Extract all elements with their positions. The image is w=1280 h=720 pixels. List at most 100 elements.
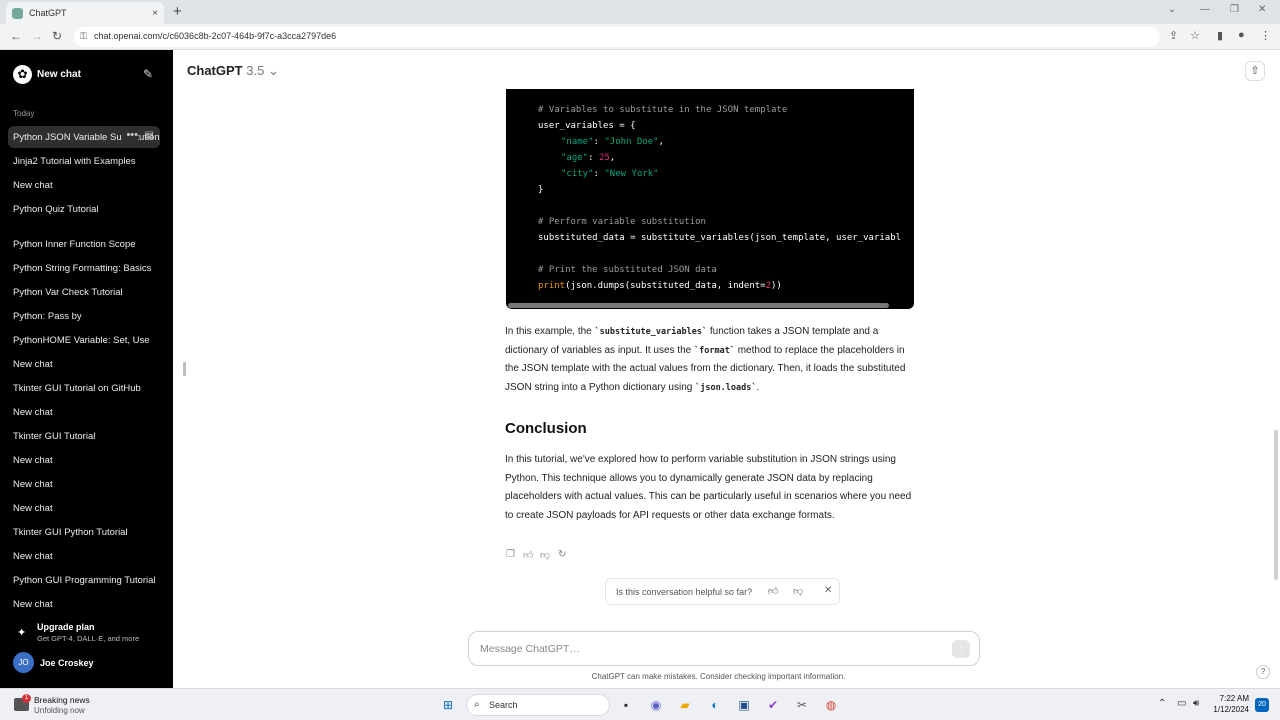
sidebar-chat-label: Python GUI Programming Tutorial <box>13 575 156 586</box>
window-close-icon[interactable]: ✕ <box>1258 4 1266 15</box>
page-scrollbar[interactable] <box>1274 430 1278 580</box>
thumbs-down-icon[interactable]: 👎︎ <box>540 549 550 561</box>
copy-icon[interactable]: ❐ <box>506 549 515 560</box>
help-icon[interactable]: ? <box>1256 665 1270 679</box>
sidebar-chat-label: New chat <box>13 359 53 370</box>
url-text: chat.openai.com/c/c6036c8b-2c07-464b-9f7… <box>94 31 337 41</box>
feedback-question: Is this conversation helpful so far? <box>616 587 753 597</box>
restore-icon[interactable]: ❐ <box>1230 4 1239 15</box>
send-button[interactable]: ↑ <box>952 640 970 658</box>
code-line: } <box>538 185 544 195</box>
sidebar-chat-item[interactable]: PythonHOME Variable: Set, Use <box>8 329 160 351</box>
more-options-icon[interactable]: ••• <box>122 129 138 141</box>
sidebar-chat-item[interactable]: New chat <box>8 545 160 567</box>
profile-icon[interactable]: ● <box>1238 29 1245 41</box>
taskbar: 1 Breaking news Unfolding now ⊞ ⌕ Search… <box>0 688 1280 720</box>
sidebar-chat-item[interactable]: Tkinter GUI Tutorial <box>8 425 160 447</box>
side-panel-icon[interactable]: ▮ <box>1217 29 1223 42</box>
code-line: print(json.dumps(substituted_data, inden… <box>538 281 782 291</box>
regenerate-icon[interactable]: ↻ <box>558 549 566 560</box>
edge-browser-icon[interactable]: ◐ <box>706 696 724 714</box>
file-explorer-icon[interactable]: ▰ <box>676 696 694 714</box>
thumbs-up-icon[interactable]: 👍︎ <box>523 549 533 561</box>
sidebar: ✿ New chat ✎ Today Python JSON Variable … <box>0 50 173 688</box>
vscode-icon[interactable]: ✔ <box>764 696 782 714</box>
task-view-icon[interactable]: ▪ <box>617 696 635 714</box>
share-icon[interactable]: ⇧ <box>1245 61 1265 81</box>
windows-start-icon[interactable]: ⊞ <box>439 696 457 714</box>
sidebar-chat-item[interactable]: Python String Formatting: Basics <box>8 257 160 279</box>
volume-icon[interactable]: 🔊︎ <box>1193 698 1199 709</box>
thumbs-down-icon[interactable]: 👎︎ <box>793 585 803 597</box>
taskbar-search[interactable]: ⌕ Search <box>466 694 610 716</box>
avatar[interactable]: JO <box>13 652 34 673</box>
sidebar-chat-item[interactable]: Python JSON Variable Substitution ••• ▤ <box>8 126 160 148</box>
section-heading: Conclusion <box>505 420 587 437</box>
sidebar-chat-label: Tkinter GUI Tutorial on GitHub <box>13 383 141 394</box>
model-name: ChatGPT <box>187 63 243 78</box>
back-icon[interactable]: ← <box>10 29 22 43</box>
tab-search-icon[interactable]: ⌄ <box>1168 4 1176 15</box>
search-icon: ⌕ <box>474 699 480 710</box>
browser-tab[interactable]: ChatGPT × <box>6 2 164 24</box>
sidebar-chat-label: New chat <box>13 479 53 490</box>
sidebar-chat-item[interactable]: Python Quiz Tutorial <box>8 198 160 220</box>
compose-icon[interactable]: ✎ <box>143 67 153 81</box>
upgrade-plan-subtitle: Get GPT-4, DALL·E, and more <box>37 634 140 643</box>
sidebar-chat-item[interactable]: Tkinter GUI Python Tutorial <box>8 521 160 543</box>
show-hidden-icons-icon[interactable]: ⌃ <box>1158 698 1166 709</box>
new-tab-button[interactable]: + <box>173 3 182 20</box>
network-icon[interactable]: ▭ <box>1177 698 1186 709</box>
bookmark-star-icon[interactable]: ☆ <box>1190 29 1200 42</box>
store-icon[interactable]: ▣ <box>735 696 753 714</box>
thumbs-up-icon[interactable]: 👍︎ <box>768 585 778 597</box>
upgrade-plan-button[interactable]: Upgrade plan <box>37 622 95 632</box>
site-info-icon[interactable]: ⚿ <box>80 31 87 42</box>
sidebar-chat-item[interactable]: Jinja2 Tutorial with Examples <box>8 150 160 172</box>
chrome-browser-icon[interactable]: ◍ <box>822 696 840 714</box>
reload-icon[interactable]: ↻ <box>52 29 62 43</box>
share-page-icon[interactable]: ⇪ <box>1169 29 1178 42</box>
code-line: # Variables to substitute in the JSON te… <box>538 105 788 115</box>
sidebar-resize-handle[interactable] <box>183 362 186 376</box>
sidebar-chat-item[interactable]: Tkinter GUI Tutorial on GitHub <box>8 377 160 399</box>
sidebar-chat-item[interactable]: Python Inner Function Scope <box>8 233 160 255</box>
system-clock[interactable]: 7:22 AM 1/12/2024 <box>1207 693 1249 715</box>
openai-logo-icon[interactable]: ✿ <box>13 65 32 84</box>
new-chat-button[interactable]: New chat <box>37 69 81 80</box>
notification-badge[interactable]: 20 <box>1255 698 1269 712</box>
code-horizontal-scrollbar[interactable] <box>508 303 889 308</box>
minimize-icon[interactable]: — <box>1200 4 1210 15</box>
sparkle-icon[interactable]: ✦ <box>17 626 26 639</box>
sidebar-chat-item[interactable]: New chat <box>8 593 160 615</box>
sidebar-chat-item[interactable]: Python: Pass by <box>8 305 160 327</box>
browser-menu-icon[interactable]: ⋮ <box>1260 29 1271 42</box>
url-field[interactable]: ⚿ chat.openai.com/c/c6036c8b-2c07-464b-9… <box>74 27 1160 47</box>
model-selector[interactable]: ChatGPT 3.5 ⌄ <box>187 63 279 79</box>
conclusion-paragraph: In this tutorial, we've explored how to … <box>505 454 912 522</box>
sidebar-chat-item[interactable]: Python Var Check Tutorial <box>8 281 160 303</box>
chat-app-icon[interactable]: ◉ <box>647 696 665 714</box>
taskbar-search-label: Search <box>489 700 518 710</box>
news-title[interactable]: Breaking news <box>34 695 90 705</box>
chevron-down-icon: ⌄ <box>267 63 279 78</box>
snipping-tool-icon[interactable]: ✂ <box>793 696 811 714</box>
sidebar-chat-item[interactable]: New chat <box>8 401 160 423</box>
sidebar-chat-item[interactable]: New chat <box>8 353 160 375</box>
sidebar-chat-item[interactable]: Python GUI Programming Tutorial <box>8 569 160 591</box>
user-name[interactable]: Joe Croskey <box>40 658 94 668</box>
sidebar-chat-label: New chat <box>13 551 53 562</box>
close-icon[interactable]: ✕ <box>824 585 832 596</box>
sidebar-chat-item[interactable]: New chat <box>8 497 160 519</box>
sidebar-chat-item[interactable]: New chat <box>8 473 160 495</box>
chatgpt-favicon-icon <box>12 7 23 19</box>
sidebar-chat-label: Python Quiz Tutorial <box>13 204 99 215</box>
tab-close-icon[interactable]: × <box>152 8 158 19</box>
news-badge: 1 <box>22 694 31 703</box>
archive-icon[interactable]: ▤ <box>145 130 154 141</box>
message-input[interactable]: Message ChatGPT… ↑ <box>468 631 980 666</box>
forward-icon[interactable]: → <box>31 29 43 43</box>
sidebar-chat-item[interactable]: New chat <box>8 449 160 471</box>
sidebar-chat-item[interactable]: New chat <box>8 174 160 196</box>
code-line: user_variables = { <box>538 121 636 131</box>
